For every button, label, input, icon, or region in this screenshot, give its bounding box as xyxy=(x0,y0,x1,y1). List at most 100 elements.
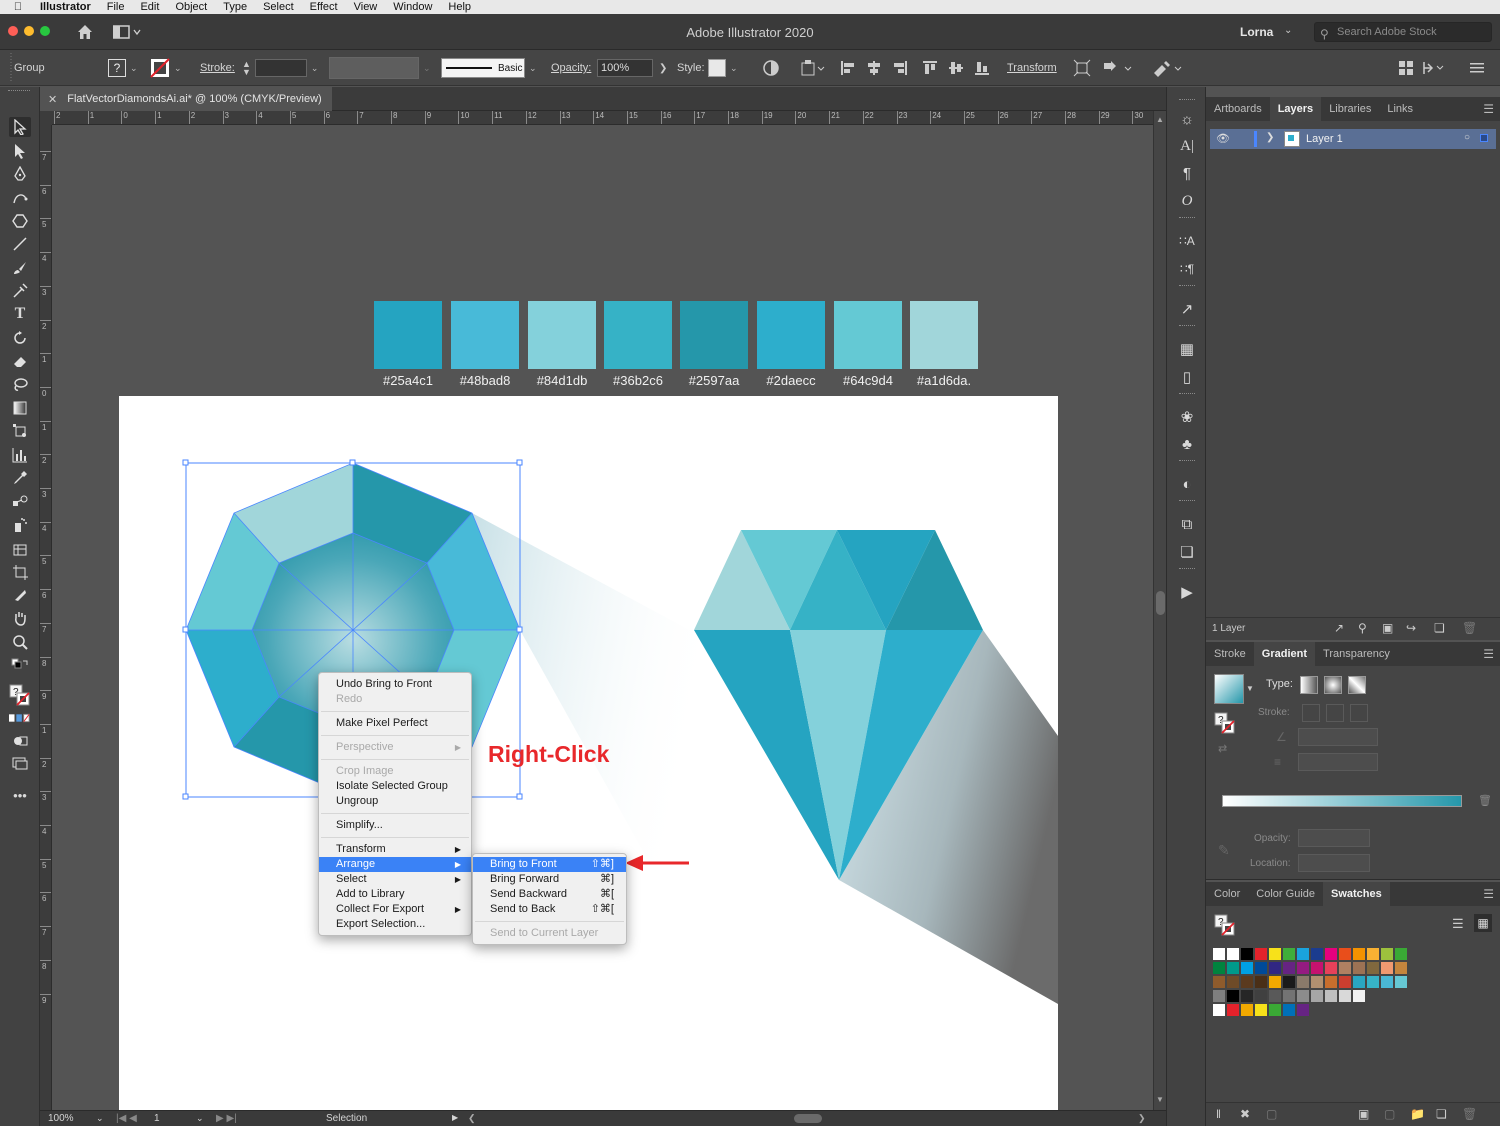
scroll-left-icon[interactable]: ❮ xyxy=(468,1113,476,1124)
swatch-cell[interactable] xyxy=(1255,1004,1267,1016)
swatch-cell[interactable] xyxy=(1367,962,1379,974)
swatch-cell[interactable] xyxy=(1339,948,1351,960)
character-icon[interactable]: A| xyxy=(1177,136,1197,156)
menu-app[interactable]: Illustrator xyxy=(36,1,99,13)
direct-selection-tool-icon[interactable] xyxy=(9,141,31,161)
stroke-label[interactable]: Stroke: xyxy=(200,50,235,86)
isolate-group-icon[interactable] xyxy=(1073,50,1091,86)
panel-menu-icon[interactable]: ☰ xyxy=(1483,647,1494,661)
swatch-cell[interactable] xyxy=(1297,1004,1309,1016)
delete-icon[interactable]: 🗑 xyxy=(1462,1107,1477,1121)
collect-export-icon[interactable]: ↗ xyxy=(1334,621,1344,635)
status-menu-icon[interactable]: ▶ xyxy=(452,1113,458,1122)
swatch-cell[interactable] xyxy=(1367,948,1379,960)
palette-swatch[interactable] xyxy=(757,301,825,369)
swatch-cell[interactable] xyxy=(1297,962,1309,974)
swatch-cell[interactable] xyxy=(1325,976,1337,988)
palette-swatch[interactable] xyxy=(834,301,902,369)
align-icon[interactable]: ▯ xyxy=(1177,367,1197,387)
chevron-right-icon[interactable]: ❯ xyxy=(659,63,667,74)
chevron-down-icon[interactable]: ⌄ xyxy=(174,63,182,74)
transform-icon[interactable]: ▦ xyxy=(1177,339,1197,359)
opentype-icon[interactable]: O xyxy=(1177,191,1197,211)
pathfinder-icon[interactable]: ⧉ xyxy=(1177,514,1197,534)
gradient-slider[interactable] xyxy=(1222,795,1462,807)
scroll-up-icon[interactable]: ▲ xyxy=(1156,115,1164,124)
align-right-icon[interactable] xyxy=(892,50,908,86)
document-tab[interactable]: ✕ FlatVectorDiamondsAi.ai* @ 100% (CMYK/… xyxy=(40,87,332,111)
swatch-cell[interactable] xyxy=(1311,962,1323,974)
scroll-down-icon[interactable]: ▼ xyxy=(1156,1095,1164,1104)
recolor-artwork-icon[interactable] xyxy=(762,50,780,86)
swatch-cell[interactable] xyxy=(1353,962,1365,974)
chevron-right-icon[interactable]: ❯ xyxy=(1266,132,1274,143)
menu-view[interactable]: View xyxy=(346,1,386,13)
menu-item-bring-forward[interactable]: Bring Forward ⌘] xyxy=(473,872,626,887)
swatch-cell[interactable] xyxy=(1269,1004,1281,1016)
opacity-input[interactable]: 100% xyxy=(597,59,653,77)
symbols-icon[interactable]: ❀ xyxy=(1177,407,1197,427)
paragraph-styles-icon[interactable]: ∷¶ xyxy=(1177,259,1197,279)
edit-group-icon[interactable]: ▢ xyxy=(1384,1107,1395,1121)
gradient-tool-icon[interactable] xyxy=(9,398,31,418)
lasso-tool-icon[interactable] xyxy=(9,375,31,395)
swatch-cell[interactable] xyxy=(1269,990,1281,1002)
menu-object[interactable]: Object xyxy=(167,1,215,13)
swatch-libraries-icon[interactable]: ‖ xyxy=(1216,1107,1221,1121)
arrange-documents-icon[interactable] xyxy=(1398,50,1414,86)
tab-color[interactable]: Color xyxy=(1206,882,1248,906)
menu-item-arrange[interactable]: Arrange ▶ xyxy=(319,857,471,872)
brush-definition[interactable]: Basic ⌄ xyxy=(441,50,537,86)
swatch-cell[interactable] xyxy=(1255,962,1267,974)
chevron-down-icon[interactable]: ⌄ xyxy=(96,1113,104,1124)
menu-edit[interactable]: Edit xyxy=(132,1,167,13)
layer-row[interactable]: 👁 ❯ Layer 1 ○ xyxy=(1210,129,1496,149)
scroll-thumb[interactable] xyxy=(1156,591,1165,615)
menu-item-pixel-perfect[interactable]: Make Pixel Perfect xyxy=(319,716,471,731)
show-kinds-icon[interactable]: ✖ xyxy=(1240,1107,1250,1121)
swatch-options-icon[interactable]: ▢ xyxy=(1266,1107,1277,1121)
screen-mode-icon[interactable] xyxy=(9,753,31,773)
chevron-down-icon[interactable]: ⌄ xyxy=(730,63,738,74)
last-artboard-icon[interactable]: ▶ ▶| xyxy=(216,1113,237,1124)
fill-stroke-icon[interactable]: ? xyxy=(1214,712,1236,736)
first-artboard-icon[interactable]: |◀ ◀ xyxy=(116,1113,137,1124)
palette-swatch[interactable] xyxy=(680,301,748,369)
stroke-weight-input[interactable] xyxy=(254,59,307,77)
panel-menu-icon[interactable]: ☰ xyxy=(1483,887,1494,901)
menu-item-send-backward[interactable]: Send Backward ⌘[ xyxy=(473,887,626,902)
selection-indicator[interactable] xyxy=(1480,134,1488,142)
character-styles-icon[interactable]: ∷A xyxy=(1177,231,1197,251)
menu-item-transform[interactable]: Transform ▶ xyxy=(319,842,471,857)
align-top-icon[interactable] xyxy=(922,50,938,86)
type-tool-icon[interactable]: T xyxy=(9,304,31,324)
palette-swatch[interactable] xyxy=(451,301,519,369)
color-group-icon[interactable]: ▣ xyxy=(1358,1107,1369,1121)
delete-icon[interactable]: 🗑 xyxy=(1462,621,1477,635)
radial-gradient-button[interactable] xyxy=(1324,676,1342,694)
swatch-cell[interactable] xyxy=(1227,990,1239,1002)
zoom-level[interactable]: 100% xyxy=(48,1113,74,1124)
menu-item-select[interactable]: Select ▶ xyxy=(319,872,471,887)
align-middle-icon[interactable] xyxy=(948,50,964,86)
menu-help[interactable]: Help xyxy=(440,1,479,13)
pen-tool-icon[interactable] xyxy=(9,164,31,184)
swatch-cell[interactable] xyxy=(1395,976,1407,988)
swatch-cell[interactable] xyxy=(1353,948,1365,960)
edit-toolbar-icon[interactable] xyxy=(1152,50,1184,86)
graph-tool-icon[interactable] xyxy=(9,445,31,465)
menu-item-bring-to-front[interactable]: Bring to Front ⇧⌘] xyxy=(473,857,626,872)
menu-effect[interactable]: Effect xyxy=(302,1,346,13)
hand-tool-icon[interactable] xyxy=(9,608,31,628)
list-view-icon[interactable]: ☰ xyxy=(1452,916,1464,932)
stroke-swatch[interactable]: ⌄ xyxy=(150,50,182,86)
swatch-cell[interactable] xyxy=(1311,948,1323,960)
navigator-icon[interactable]: ◐ xyxy=(1177,474,1197,494)
vertical-scrollbar[interactable]: ▲ ▼ xyxy=(1153,111,1166,1110)
selection-tool-icon[interactable] xyxy=(9,117,31,137)
tab-swatches[interactable]: Swatches xyxy=(1323,882,1390,906)
menu-item-ungroup[interactable]: Ungroup xyxy=(319,794,471,809)
color-mode-icon[interactable] xyxy=(9,711,31,725)
palette-swatch[interactable] xyxy=(374,301,442,369)
swatch-cell[interactable] xyxy=(1227,948,1239,960)
